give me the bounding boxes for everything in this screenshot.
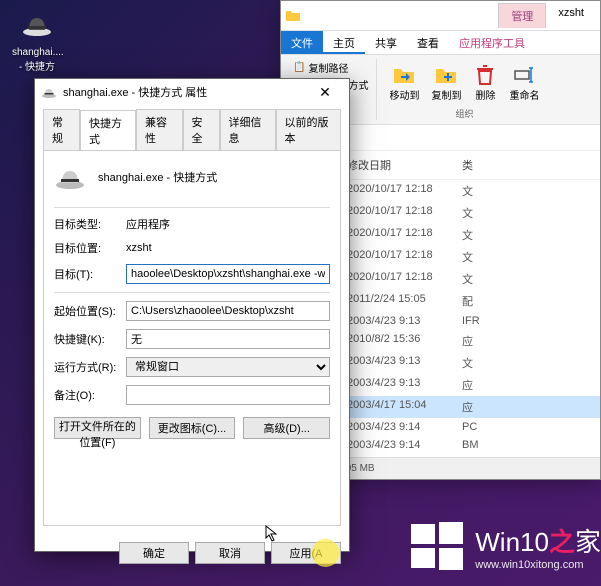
ribbon-copy-path[interactable]: 📋复制路径 [291,59,370,76]
ribbon-copy-to[interactable]: 复制到 [425,59,467,106]
file-type: IFR [456,314,496,328]
explorer-filename: xzsht [546,3,596,28]
fedora-icon [41,84,57,100]
ok-button[interactable]: 确定 [119,542,189,564]
properties-dialog: shanghai.exe - 快捷方式 属性 ✕ 常规 快捷方式 兼容性 安全 … [34,78,350,552]
file-date: 2020/10/17 12:18 [341,248,456,266]
ribbon-tab-share[interactable]: 共享 [365,31,407,54]
target-input[interactable] [126,264,330,284]
file-type: 文 [456,204,496,222]
explorer-titlebar: 管理 xzsht [281,1,600,31]
tab-shortcut[interactable]: 快捷方式 [80,110,136,151]
tab-panel: shanghai.exe - 快捷方式 目标类型: 应用程序 目标位置: xzs… [43,150,341,526]
tab-compat[interactable]: 兼容性 [136,109,183,150]
watermark-jia: 家 [575,527,601,557]
file-type: 应 [456,332,496,350]
watermark-zhi: 之 [549,527,575,557]
run-label: 运行方式(R): [54,359,126,375]
fedora-icon [21,8,53,40]
tab-strip: 常规 快捷方式 兼容性 安全 详细信息 以前的版本 [43,109,341,150]
file-type: 文 [456,226,496,244]
file-date: 2020/10/17 12:18 [341,270,456,288]
target-loc-value: xzsht [126,242,330,254]
file-type: 文 [456,248,496,266]
target-type-label: 目标类型: [54,216,126,232]
tab-previous[interactable]: 以前的版本 [276,109,342,150]
file-type: 配 [456,292,496,310]
desktop-shortcut[interactable]: shanghai.... - 快捷方 [12,8,62,73]
fedora-icon [54,161,86,193]
file-date: 2003/4/23 9:14 [341,420,456,434]
shortcut-name: shanghai.exe - 快捷方式 [98,169,217,185]
change-icon-button[interactable]: 更改图标(C)... [149,417,236,439]
ribbon-move-to[interactable]: 移动到 [383,59,425,106]
file-date: 2003/4/17 15:04 [341,398,456,416]
target-label: 目标(T): [54,266,126,282]
cancel-button[interactable]: 取消 [195,542,265,564]
ribbon-delete[interactable]: 删除 [467,59,503,106]
comment-label: 备注(O): [54,387,126,403]
hotkey-input[interactable] [126,329,330,349]
close-button[interactable]: ✕ [307,81,343,103]
advanced-button[interactable]: 高级(D)... [243,417,330,439]
file-type: 应 [456,398,496,416]
file-date: 2011/2/24 15:05 [341,292,456,310]
dialog-title: shanghai.exe - 快捷方式 属性 [63,84,207,100]
apply-button[interactable]: 应用(A [271,542,341,564]
watermark: Win10之家 www.win10xitong.com [407,516,601,576]
dialog-buttons: 确定 取消 应用(A [35,534,349,572]
tab-details[interactable]: 详细信息 [220,109,276,150]
file-date: 2010/8/2 15:36 [341,332,456,350]
folder-icon [285,8,301,24]
watermark-brand: Win10 [475,527,549,557]
file-date: 2020/10/17 12:18 [341,182,456,200]
ribbon-group-organize: 组织 [383,107,545,120]
explorer-context-tab[interactable]: 管理 [498,3,546,28]
file-type: 文 [456,182,496,200]
col-type[interactable]: 类 [456,155,496,175]
col-date[interactable]: 修改日期 [341,155,456,175]
file-type: 文 [456,270,496,288]
separator [54,207,330,208]
open-location-button[interactable]: 打开文件所在的位置(F) [54,417,141,439]
ribbon-rename[interactable]: 重命名 [503,59,545,106]
file-date: 2003/4/23 9:13 [341,314,456,328]
comment-input[interactable] [126,385,330,405]
startin-input[interactable] [126,301,330,321]
file-date: 2020/10/17 12:18 [341,226,456,244]
file-date: 2020/10/17 12:18 [341,204,456,222]
ribbon-tab-view[interactable]: 查看 [407,31,449,54]
run-select[interactable]: 常规窗口 [126,357,330,377]
ribbon-tabs: 文件 主页 共享 查看 应用程序工具 [281,31,600,55]
ribbon-tab-file[interactable]: 文件 [281,31,323,54]
target-type-value: 应用程序 [126,216,330,232]
target-loc-label: 目标位置: [54,240,126,256]
startin-label: 起始位置(S): [54,303,126,319]
file-date: 2003/4/23 9:13 [341,376,456,394]
file-type: 文 [456,354,496,372]
dialog-titlebar: shanghai.exe - 快捷方式 属性 ✕ [35,79,349,105]
desktop-shortcut-label: shanghai.... [12,47,62,58]
file-type: PC [456,420,496,434]
file-type: BM [456,438,496,452]
tab-general[interactable]: 常规 [43,109,80,150]
hotkey-label: 快捷键(K): [54,331,126,347]
tab-security[interactable]: 安全 [183,109,220,150]
desktop-shortcut-sub: - 快捷方 [12,58,62,73]
file-type: 应 [456,376,496,394]
file-date: 2003/4/23 9:13 [341,354,456,372]
separator [54,292,330,293]
watermark-url: www.win10xitong.com [475,559,601,571]
cursor-icon [265,525,279,543]
ribbon-tab-home[interactable]: 主页 [323,31,365,54]
ribbon-tab-apptools[interactable]: 应用程序工具 [449,31,535,54]
windows-logo-icon [407,516,467,576]
file-date: 2003/4/23 9:14 [341,438,456,452]
